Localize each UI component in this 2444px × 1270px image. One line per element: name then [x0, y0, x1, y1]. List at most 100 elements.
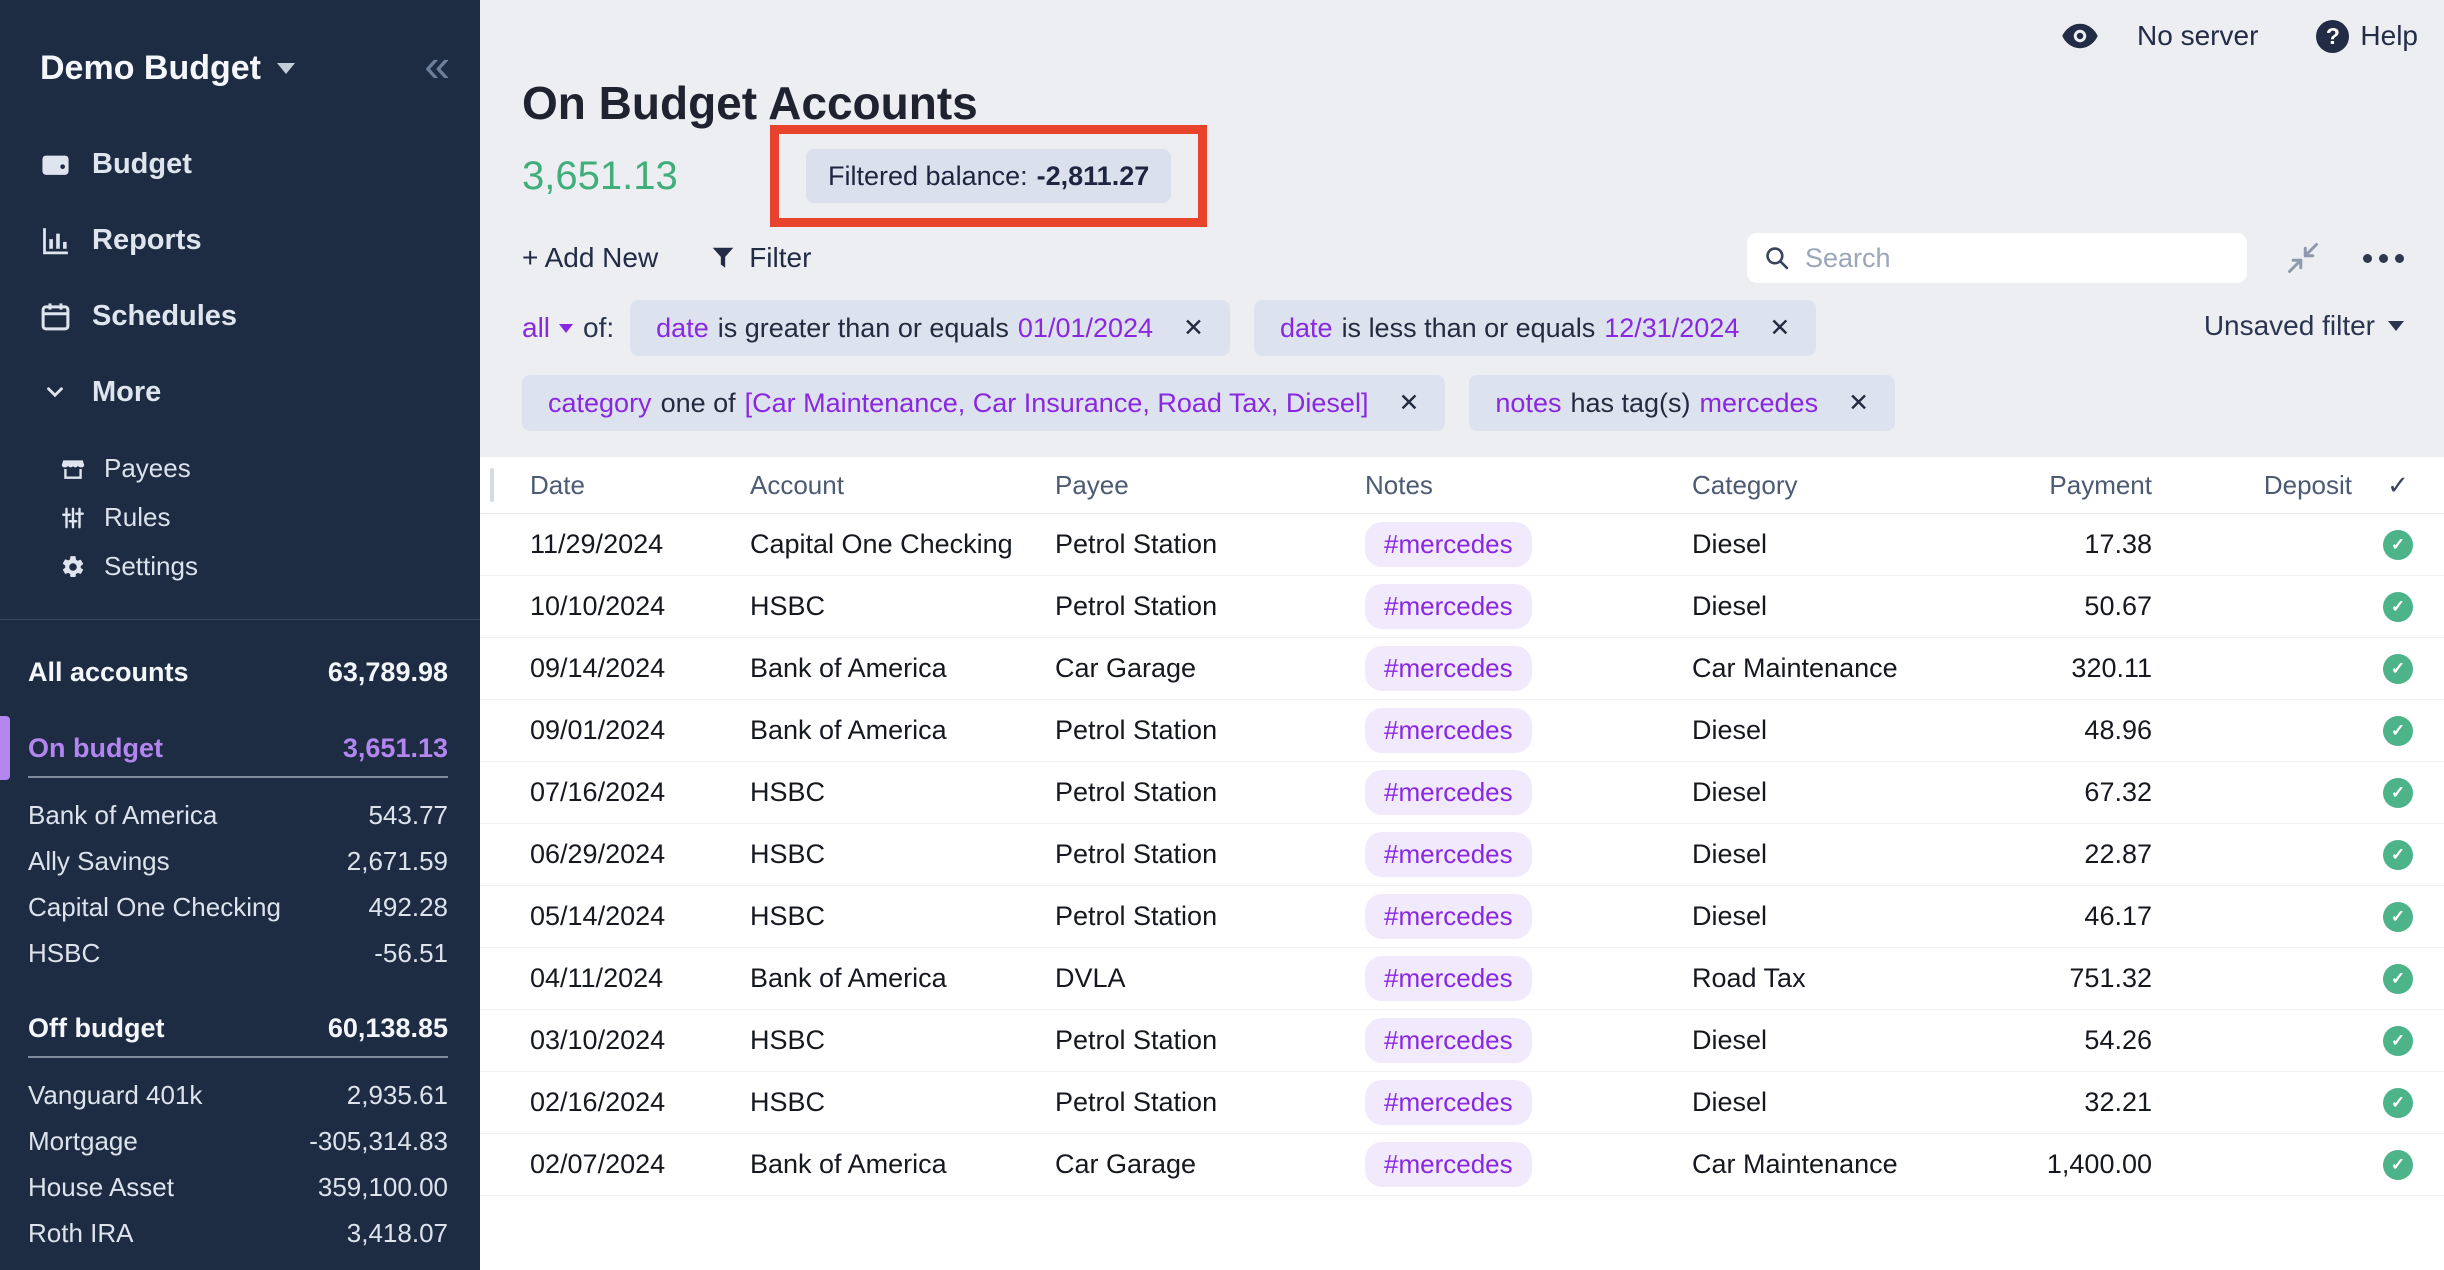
cell-date[interactable]: 09/01/2024: [530, 715, 750, 746]
cell-payment[interactable]: 50.67: [1982, 591, 2152, 622]
all-accounts-row[interactable]: All accounts 63,789.98: [28, 646, 448, 698]
cell-account[interactable]: Bank of America: [750, 963, 1055, 994]
cell-category[interactable]: Diesel: [1692, 1025, 1982, 1056]
cell-account[interactable]: Bank of America: [750, 1149, 1055, 1180]
cell-payment[interactable]: 22.87: [1982, 839, 2152, 870]
filter-field[interactable]: notes: [1495, 388, 1561, 419]
cell-payment[interactable]: 48.96: [1982, 715, 2152, 746]
transaction-row[interactable]: 09/01/2024 Bank of America Petrol Statio…: [480, 700, 2444, 762]
cleared-check-icon[interactable]: ✓: [2383, 592, 2413, 622]
notes-tag[interactable]: #mercedes: [1365, 1080, 1532, 1125]
cell-account[interactable]: HSBC: [750, 777, 1055, 808]
filter-chip[interactable]: notes has tag(s) mercedes ✕: [1469, 375, 1895, 431]
cell-payment[interactable]: 751.32: [1982, 963, 2152, 994]
cell-date[interactable]: 02/07/2024: [530, 1149, 750, 1180]
notes-tag[interactable]: #mercedes: [1365, 584, 1532, 629]
column-header-date[interactable]: Date: [530, 470, 750, 501]
cleared-check-icon[interactable]: ✓: [2383, 1088, 2413, 1118]
notes-tag[interactable]: #mercedes: [1365, 1018, 1532, 1063]
transaction-row[interactable]: 05/14/2024 HSBC Petrol Station #mercedes…: [480, 886, 2444, 948]
cell-date[interactable]: 03/10/2024: [530, 1025, 750, 1056]
privacy-eye-icon[interactable]: [2061, 22, 2099, 50]
cell-date[interactable]: 09/14/2024: [530, 653, 750, 684]
sidebar-item-schedules[interactable]: Schedules: [38, 286, 480, 346]
collapse-sidebar-icon[interactable]: «: [424, 42, 450, 94]
cell-payment[interactable]: 320.11: [1982, 653, 2152, 684]
cell-account[interactable]: HSBC: [750, 1025, 1055, 1056]
cell-account[interactable]: Capital One Checking: [750, 529, 1055, 560]
cleared-check-icon[interactable]: ✓: [2383, 654, 2413, 684]
filter-operator[interactable]: is less than or equals: [1342, 313, 1596, 344]
cell-date[interactable]: 10/10/2024: [530, 591, 750, 622]
transaction-row[interactable]: 03/10/2024 HSBC Petrol Station #mercedes…: [480, 1010, 2444, 1072]
sidebar-item-rules[interactable]: Rules: [60, 493, 480, 542]
filter-field[interactable]: date: [1280, 313, 1333, 344]
unsaved-filter-menu[interactable]: Unsaved filter: [2204, 310, 2404, 342]
notes-tag[interactable]: #mercedes: [1365, 646, 1532, 691]
cleared-check-icon[interactable]: ✓: [2383, 1026, 2413, 1056]
column-header-payee[interactable]: Payee: [1055, 470, 1365, 501]
sidebar-item-budget[interactable]: Budget: [38, 134, 480, 194]
cell-category[interactable]: Diesel: [1692, 591, 1982, 622]
filter-button[interactable]: Filter: [710, 242, 811, 274]
filter-operator[interactable]: is greater than or equals: [718, 313, 1009, 344]
cell-date[interactable]: 06/29/2024: [530, 839, 750, 870]
sidebar-item-settings[interactable]: Settings: [60, 542, 480, 591]
column-header-notes[interactable]: Notes: [1365, 470, 1692, 501]
notes-tag[interactable]: #mercedes: [1365, 708, 1532, 753]
account-list-item[interactable]: Ally Savings 2,671.59: [28, 838, 448, 884]
filter-chip[interactable]: date is greater than or equals 01/01/202…: [630, 300, 1230, 356]
cleared-check-icon[interactable]: ✓: [2383, 964, 2413, 994]
column-header-account[interactable]: Account: [750, 470, 1055, 501]
cleared-check-icon[interactable]: ✓: [2383, 778, 2413, 808]
cleared-check-icon[interactable]: ✓: [2383, 530, 2413, 560]
more-options-icon[interactable]: [2363, 254, 2404, 263]
on-budget-row[interactable]: On budget 3,651.13: [28, 722, 448, 774]
cell-payee[interactable]: Petrol Station: [1055, 777, 1365, 808]
add-new-button[interactable]: + Add New: [522, 242, 658, 274]
cell-date[interactable]: 02/16/2024: [530, 1087, 750, 1118]
cell-payee[interactable]: Petrol Station: [1055, 715, 1365, 746]
filter-conjunction[interactable]: all: [522, 312, 573, 344]
transaction-row[interactable]: 02/16/2024 HSBC Petrol Station #mercedes…: [480, 1072, 2444, 1134]
account-list-item[interactable]: Capital One Checking 492.28: [28, 884, 448, 930]
account-list-item[interactable]: House Asset 359,100.00: [28, 1164, 448, 1210]
cleared-check-icon[interactable]: ✓: [2383, 902, 2413, 932]
cell-account[interactable]: Bank of America: [750, 653, 1055, 684]
cell-category[interactable]: Car Maintenance: [1692, 1149, 1982, 1180]
account-list-item[interactable]: Bank of America 543.77: [28, 792, 448, 838]
cell-payment[interactable]: 46.17: [1982, 901, 2152, 932]
notes-tag[interactable]: #mercedes: [1365, 1142, 1532, 1187]
transaction-row[interactable]: 09/14/2024 Bank of America Car Garage #m…: [480, 638, 2444, 700]
cell-date[interactable]: 05/14/2024: [530, 901, 750, 932]
cell-account[interactable]: Bank of America: [750, 715, 1055, 746]
sidebar-item-payees[interactable]: Payees: [60, 444, 480, 493]
cell-payee[interactable]: Petrol Station: [1055, 839, 1365, 870]
cell-category[interactable]: Car Maintenance: [1692, 653, 1982, 684]
search-box[interactable]: [1747, 233, 2247, 283]
notes-tag[interactable]: #mercedes: [1365, 956, 1532, 1001]
notes-tag[interactable]: #mercedes: [1365, 894, 1532, 939]
help-button[interactable]: ? Help: [2316, 20, 2418, 53]
filter-value[interactable]: [Car Maintenance, Car Insurance, Road Ta…: [745, 388, 1369, 419]
account-list-item[interactable]: Mortgage -305,314.83: [28, 1118, 448, 1164]
cell-account[interactable]: HSBC: [750, 839, 1055, 870]
cell-date[interactable]: 11/29/2024: [530, 529, 750, 560]
remove-filter-icon[interactable]: ✕: [1183, 313, 1204, 343]
cell-payee[interactable]: Petrol Station: [1055, 901, 1365, 932]
transaction-row[interactable]: 02/07/2024 Bank of America Car Garage #m…: [480, 1134, 2444, 1196]
transaction-row[interactable]: 11/29/2024 Capital One Checking Petrol S…: [480, 514, 2444, 576]
cell-date[interactable]: 04/11/2024: [530, 963, 750, 994]
cell-category[interactable]: Diesel: [1692, 715, 1982, 746]
remove-filter-icon[interactable]: ✕: [1398, 388, 1419, 418]
cell-account[interactable]: HSBC: [750, 1087, 1055, 1118]
cleared-check-icon[interactable]: ✓: [2383, 1150, 2413, 1180]
cell-category[interactable]: Diesel: [1692, 839, 1982, 870]
cleared-check-icon[interactable]: ✓: [2383, 840, 2413, 870]
cell-payee[interactable]: Petrol Station: [1055, 1025, 1365, 1056]
transaction-row[interactable]: 10/10/2024 HSBC Petrol Station #mercedes…: [480, 576, 2444, 638]
budget-switcher[interactable]: Demo Budget: [40, 49, 295, 88]
cell-date[interactable]: 07/16/2024: [530, 777, 750, 808]
cell-payment[interactable]: 32.21: [1982, 1087, 2152, 1118]
server-status[interactable]: No server: [2137, 20, 2258, 52]
